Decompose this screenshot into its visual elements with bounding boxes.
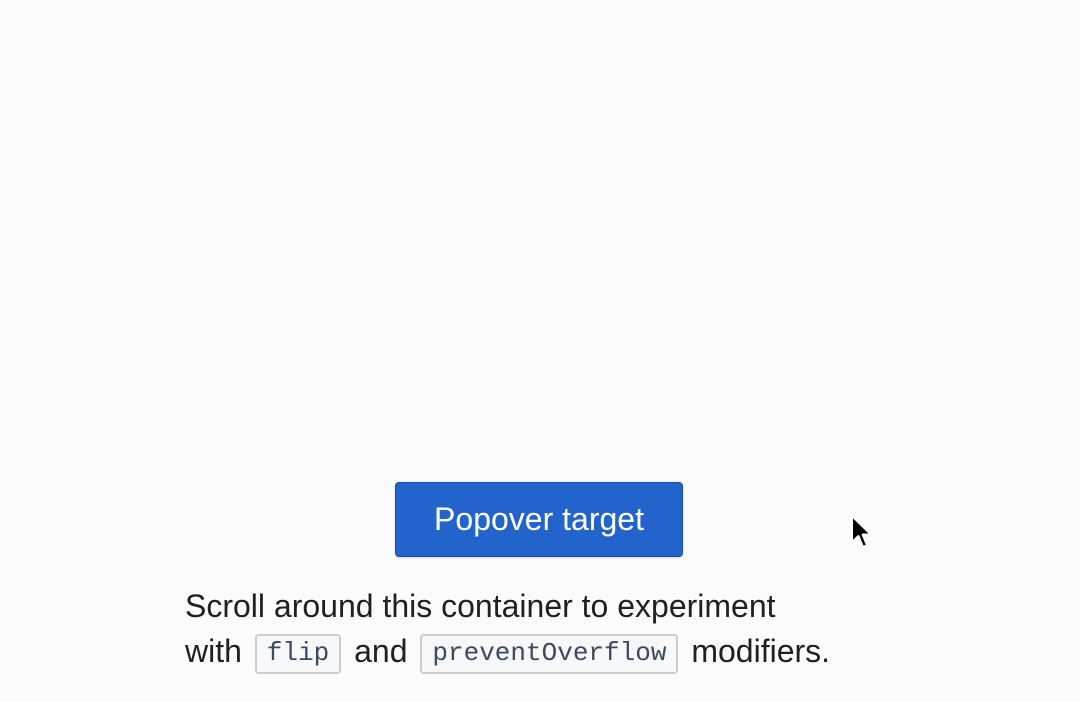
flip-code: flip bbox=[254, 634, 342, 674]
popover-target-button[interactable]: Popover target bbox=[395, 482, 683, 557]
prevent-overflow-code: preventOverflow bbox=[420, 634, 679, 674]
and-text: and bbox=[354, 633, 408, 669]
mouse-pointer-icon bbox=[851, 515, 872, 548]
description-line-1: Scroll around this container to experime… bbox=[185, 588, 776, 624]
modifiers-text: modifiers. bbox=[691, 633, 831, 669]
scroll-container[interactable]: Popover target Scroll around this contai… bbox=[0, 0, 1080, 702]
with-text: with bbox=[185, 633, 242, 669]
description-text: Scroll around this container to experime… bbox=[185, 584, 925, 678]
description-line-2: with flip and preventOverflow modifiers. bbox=[185, 629, 925, 678]
